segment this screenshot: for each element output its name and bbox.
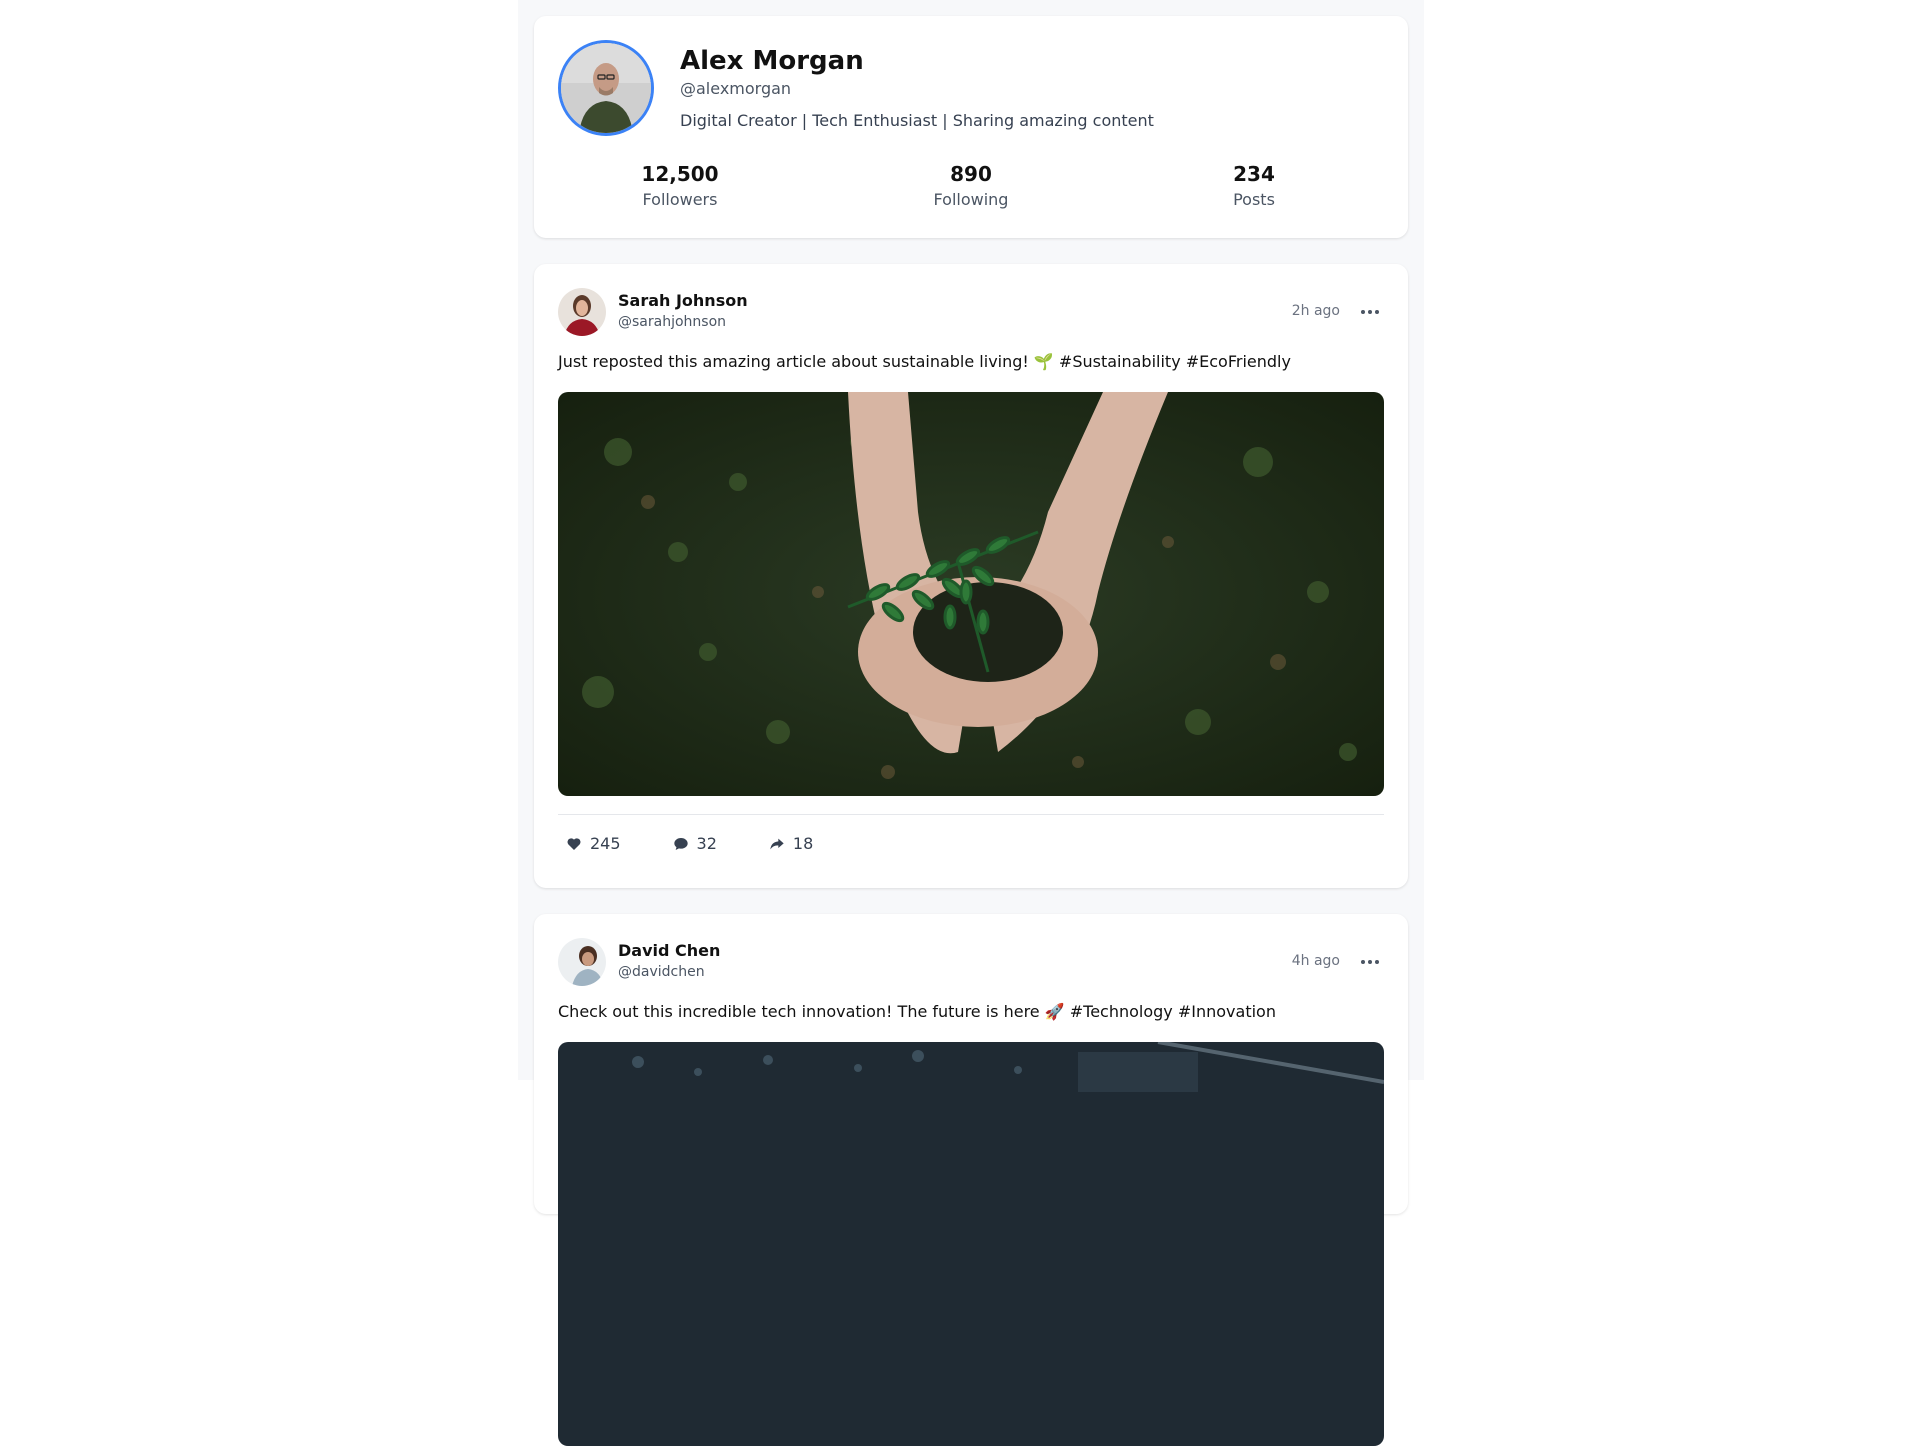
more-icon[interactable] xyxy=(1356,948,1384,976)
stat-following-label: Following xyxy=(933,190,1009,209)
more-icon[interactable] xyxy=(1356,298,1384,326)
like-count: 245 xyxy=(590,834,621,853)
post-author-name[interactable]: Sarah Johnson xyxy=(618,291,748,310)
stat-posts-value: 234 xyxy=(1233,162,1275,186)
share-button[interactable]: 18 xyxy=(761,830,821,857)
stat-following-value: 890 xyxy=(950,162,992,186)
stat-followers[interactable]: 12,500 Followers xyxy=(580,162,780,209)
heart-icon xyxy=(566,836,582,852)
post-image[interactable] xyxy=(558,1042,1384,1446)
post-timestamp: 4h ago xyxy=(1291,953,1340,969)
profile-name: Alex Morgan xyxy=(680,46,864,76)
comment-count: 32 xyxy=(696,834,717,853)
stat-followers-value: 12,500 xyxy=(641,162,719,186)
comment-button[interactable]: 32 xyxy=(665,830,725,857)
profile-handle: @alexmorgan xyxy=(680,79,792,98)
share-icon xyxy=(769,836,785,852)
share-count: 18 xyxy=(792,834,814,853)
post-card: David Chen @davidchen 4h ago Check out t… xyxy=(534,914,1408,1446)
post-image[interactable] xyxy=(558,392,1384,796)
feed-column: Alex Morgan @alexmorgan Digital Creator … xyxy=(518,0,1424,1446)
stat-following[interactable]: 890 Following xyxy=(871,162,1071,209)
post-actions: 245 32 18 xyxy=(558,830,821,857)
like-button[interactable]: 245 xyxy=(558,830,629,857)
post-author-handle[interactable]: @davidchen xyxy=(618,964,705,980)
post-author-avatar[interactable] xyxy=(558,288,606,336)
profile-bio: Digital Creator | Tech Enthusiast | Shar… xyxy=(680,111,1154,130)
post-author-handle[interactable]: @sarahjohnson xyxy=(618,314,726,330)
post-author-name[interactable]: David Chen xyxy=(618,941,720,960)
post-card: Sarah Johnson @sarahjohnson 2h ago Just … xyxy=(534,264,1408,888)
post-timestamp: 2h ago xyxy=(1291,303,1340,319)
profile-avatar[interactable] xyxy=(558,40,654,136)
post-text: Just reposted this amazing article about… xyxy=(558,352,1291,371)
stat-followers-label: Followers xyxy=(642,190,718,209)
stat-posts-label: Posts xyxy=(1233,190,1275,209)
post-author-avatar[interactable] xyxy=(558,938,606,986)
post-divider xyxy=(558,814,1384,815)
comment-icon xyxy=(673,836,689,852)
stat-posts[interactable]: 234 Posts xyxy=(1154,162,1354,209)
post-text: Check out this incredible tech innovatio… xyxy=(558,1002,1276,1021)
profile-card: Alex Morgan @alexmorgan Digital Creator … xyxy=(534,16,1408,238)
